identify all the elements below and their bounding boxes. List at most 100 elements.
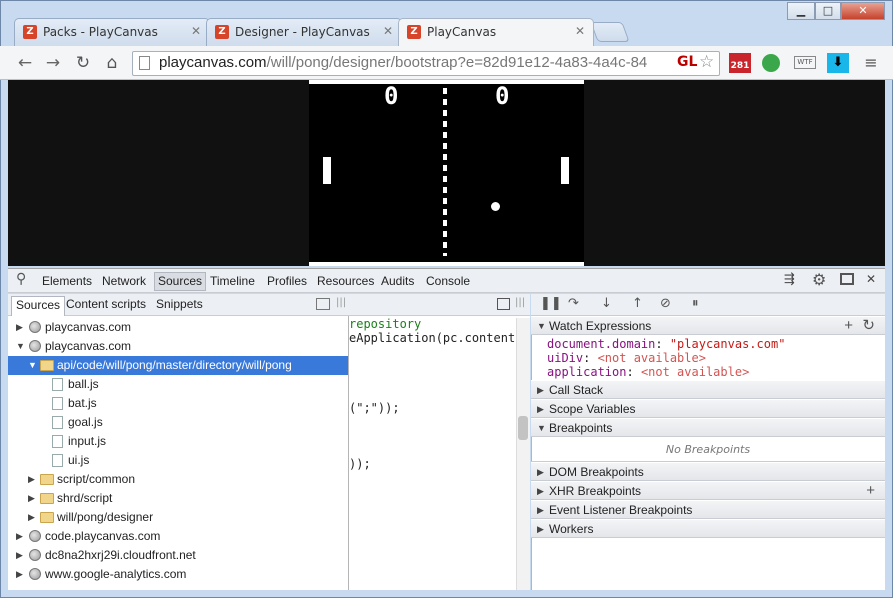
maximize-button[interactable]: □	[815, 2, 841, 20]
globe-icon	[29, 321, 41, 333]
pane-resizer-icon[interactable]: |||	[336, 297, 346, 308]
pane-resizer-icon[interactable]: |||	[515, 297, 525, 308]
toggle-drawer-icon[interactable]: ⇶	[784, 272, 795, 287]
subtab-snippets[interactable]: Snippets	[156, 297, 203, 311]
pane-label: Watch Expressions	[549, 319, 652, 333]
subtab-content-scripts[interactable]: Content scripts	[66, 297, 146, 311]
tree-item[interactable]: ▶ dc8na2hxrj29i.cloudfront.net	[8, 546, 348, 565]
evernote-extension-icon[interactable]	[762, 54, 780, 72]
watch-value: <not available>	[597, 351, 706, 365]
pause-icon[interactable]: ❚❚	[540, 296, 562, 311]
watch-value: <not available>	[640, 365, 750, 379]
xhr-breakpoints-header[interactable]: ▶ XHR Breakpoints +	[531, 481, 885, 500]
add-icon[interactable]: +	[866, 482, 875, 500]
tree-item[interactable]: ▶ code.playcanvas.com	[8, 527, 348, 546]
event-listener-breakpoints-header[interactable]: ▶ Event Listener Breakpoints	[531, 500, 885, 519]
menu-icon[interactable]: ≡	[860, 53, 882, 73]
call-stack-header[interactable]: ▶ Call Stack	[531, 380, 885, 399]
tree-item[interactable]: ▶ will/pong/designer	[8, 508, 348, 527]
close-window-button[interactable]: ✕	[841, 2, 885, 20]
hide-navigator-icon[interactable]	[316, 298, 330, 310]
tab-designer[interactable]: Z Designer - PlayCanvas ✕	[206, 18, 402, 46]
scope-variables-header[interactable]: ▶ Scope Variables	[531, 399, 885, 418]
tab-playcanvas[interactable]: Z PlayCanvas ✕	[398, 18, 594, 46]
settings-gear-icon[interactable]: ⚙	[812, 270, 826, 289]
tree-item[interactable]: ▶ www.google-analytics.com	[8, 565, 348, 584]
devtools-tabbar: ⚲ Elements Network Sources Timeline Prof…	[8, 268, 885, 293]
folder-icon	[40, 474, 54, 485]
tree-item[interactable]: ui.js	[8, 451, 348, 470]
gmail-count: 281	[730, 61, 750, 71]
folder-icon	[40, 360, 54, 371]
tab-network[interactable]: Network	[102, 274, 146, 288]
subtab-sources[interactable]: Sources	[11, 296, 66, 316]
pane-label: Breakpoints	[549, 421, 613, 435]
globe-icon	[29, 530, 41, 542]
workers-header[interactable]: ▶ Workers	[531, 519, 885, 538]
tree-item-selected[interactable]: ▼ api/code/will/pong/master/directory/wil…	[8, 356, 348, 375]
tree-item[interactable]: input.js	[8, 432, 348, 451]
scrollbar-thumb[interactable]	[518, 416, 528, 440]
page-icon	[139, 56, 150, 70]
tab-resources[interactable]: Resources	[317, 274, 374, 288]
dock-icon[interactable]	[840, 273, 854, 285]
tree-item[interactable]: ▶ shrd/script	[8, 489, 348, 508]
tree-label: api/code/will/pong/master/directory/will…	[57, 358, 292, 372]
tree-item[interactable]: ball.js	[8, 375, 348, 394]
score-left: 0	[384, 82, 399, 110]
home-icon[interactable]: ⌂	[101, 52, 123, 74]
address-bar[interactable]: playcanvas.com/will/pong/designer/bootst…	[132, 51, 720, 76]
tree-item[interactable]: bat.js	[8, 394, 348, 413]
step-over-icon[interactable]: ↷	[568, 296, 579, 311]
code-line: ));	[349, 457, 371, 471]
pane-label: XHR Breakpoints	[549, 484, 642, 498]
close-tab-icon[interactable]: ✕	[383, 24, 393, 38]
inspect-search-icon[interactable]: ⚲	[16, 271, 26, 287]
tree-item[interactable]: ▶ script/common	[8, 470, 348, 489]
bookmark-star-icon[interactable]: ☆	[699, 52, 714, 72]
step-into-icon[interactable]: ↓	[601, 296, 612, 311]
close-tab-icon[interactable]: ✕	[191, 24, 201, 38]
minimize-button[interactable]: ▁	[787, 2, 815, 20]
wtf-extension-icon[interactable]: WTF	[794, 56, 816, 69]
tab-console[interactable]: Console	[426, 274, 470, 288]
add-icon[interactable]: +	[844, 317, 853, 335]
tab-timeline[interactable]: Timeline	[210, 274, 255, 288]
breakpoints-header[interactable]: ▼ Breakpoints	[531, 418, 885, 437]
tab-packs[interactable]: Z Packs - PlayCanvas ✕	[14, 18, 210, 46]
file-icon	[52, 378, 63, 391]
tree-item[interactable]: goal.js	[8, 413, 348, 432]
back-icon[interactable]: ←	[14, 52, 36, 74]
editor-tabbar: |||	[349, 294, 530, 316]
pong-court: 0 0	[309, 80, 584, 266]
reload-icon[interactable]: ↻	[72, 52, 94, 74]
tree-label: ui.js	[68, 453, 90, 467]
gmail-extension-icon[interactable]: 281	[729, 53, 751, 73]
editor-scrollbar[interactable]	[516, 318, 530, 590]
watch-expression[interactable]: application: <not available>	[547, 365, 749, 379]
watch-expression[interactable]: uiDiv: <not available>	[547, 351, 706, 365]
deactivate-breakpoints-icon[interactable]: ⊘	[660, 296, 671, 311]
forward-icon[interactable]: →	[42, 52, 64, 74]
download-extension-icon[interactable]: ⬇	[827, 53, 849, 73]
refresh-icon[interactable]: ↻	[862, 317, 875, 335]
tree-item[interactable]: ▶ playcanvas.com	[8, 318, 348, 337]
folder-icon	[40, 493, 54, 504]
playcanvas-favicon-icon: Z	[215, 25, 229, 39]
pause-on-exceptions-icon[interactable]: ⏸	[692, 296, 699, 311]
watch-expressions-header[interactable]: ▼ Watch Expressions + ↻	[531, 316, 885, 335]
tab-elements[interactable]: Elements	[42, 274, 92, 288]
watch-expression[interactable]: document.domain: "playcanvas.com"	[547, 337, 785, 351]
url-text: playcanvas.com/will/pong/designer/bootst…	[159, 54, 675, 71]
step-out-icon[interactable]: ↑	[632, 296, 643, 311]
close-devtools-icon[interactable]: ✕	[866, 272, 876, 286]
tab-audits[interactable]: Audits	[381, 274, 414, 288]
toggle-debugger-icon[interactable]	[497, 298, 510, 310]
tree-item[interactable]: ▼ playcanvas.com	[8, 337, 348, 356]
tab-sources[interactable]: Sources	[154, 272, 207, 291]
close-tab-icon[interactable]: ✕	[575, 24, 585, 38]
tab-profiles[interactable]: Profiles	[267, 274, 307, 288]
gl-extension-icon[interactable]: GL	[677, 54, 697, 70]
dom-breakpoints-header[interactable]: ▶ DOM Breakpoints	[531, 462, 885, 481]
new-tab-button[interactable]	[590, 22, 630, 42]
